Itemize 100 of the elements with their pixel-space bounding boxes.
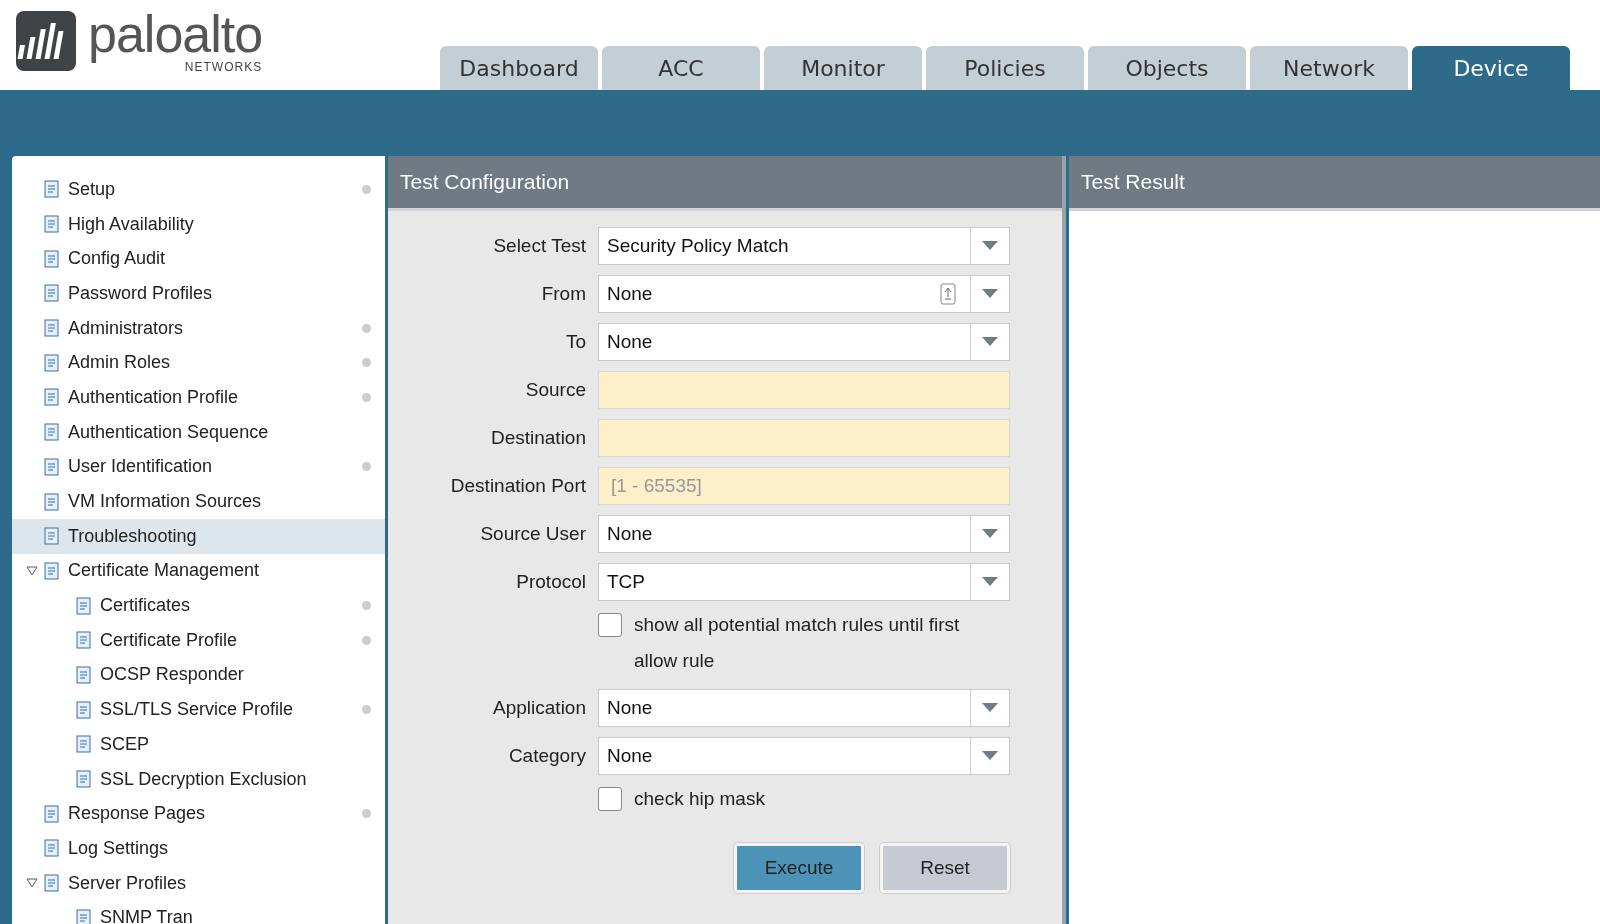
document-icon — [42, 283, 62, 304]
sidebar-item[interactable]: Server Profiles — [12, 865, 385, 901]
dropdown-arrow-icon[interactable] — [982, 751, 998, 761]
sidebar-item[interactable]: Response Pages — [12, 796, 385, 832]
sidebar-item[interactable]: Certificates — [12, 588, 385, 623]
sidebar-item[interactable]: Password Profiles — [12, 276, 385, 311]
sidebar-item[interactable]: Admin Roles — [12, 345, 385, 381]
sidebar-item-label: Log Settings — [68, 837, 170, 859]
action-button[interactable]: Execute — [734, 843, 864, 893]
document-icon — [42, 318, 62, 339]
input-field[interactable] — [598, 419, 1010, 457]
nav-tab[interactable]: Network — [1250, 46, 1408, 90]
sidebar-item[interactable]: VM Information Sources — [12, 484, 385, 519]
dropdown-field[interactable]: None — [598, 515, 1010, 553]
action-button[interactable]: Reset — [880, 843, 1010, 893]
document-icon — [42, 422, 62, 443]
sidebar-item[interactable]: Authentication Profile — [12, 380, 385, 415]
sidebar-item-label: Certificate Profile — [100, 629, 239, 651]
field-label: To — [564, 331, 586, 353]
document-icon — [42, 803, 62, 824]
expand-triangle-icon[interactable] — [24, 877, 40, 890]
input-field[interactable] — [598, 371, 1010, 409]
sidebar-item-label: OCSP Responder — [100, 664, 245, 686]
sidebar-item[interactable]: Troubleshooting — [12, 518, 385, 554]
dropdown-field[interactable]: TCP — [598, 563, 1010, 601]
sidebar-item[interactable]: Config Audit — [12, 241, 385, 277]
document-icon — [74, 734, 94, 755]
document-icon — [74, 699, 94, 720]
sidebar-item[interactable]: Administrators — [12, 310, 385, 346]
sidebar-item[interactable]: High Availability — [12, 206, 385, 242]
field-label: Select Test — [492, 235, 586, 257]
field-label: Protocol — [515, 571, 586, 593]
sidebar-item-label: VM Information Sources — [68, 491, 263, 513]
sidebar-item-label: Response Pages — [68, 803, 207, 825]
dropdown-arrow-icon[interactable] — [982, 289, 998, 299]
sidebar-item-label: SSL/TLS Service Profile — [100, 699, 295, 721]
logo-subtitle: NETWORKS — [184, 60, 263, 74]
sidebar-item-label: Server Profiles — [68, 872, 188, 894]
dropdown-field[interactable]: None — [598, 275, 1010, 313]
sidebar-item[interactable]: Log Settings — [12, 831, 385, 866]
sidebar-item-label: Administrators — [68, 317, 185, 339]
nav-tab[interactable]: Monitor — [764, 46, 922, 90]
field-label: Source — [524, 379, 586, 401]
document-icon — [42, 352, 62, 373]
sidebar-item-label: High Availability — [68, 213, 195, 235]
dropdown-field[interactable]: None — [598, 737, 1010, 775]
sidebar-item-label: Setup — [68, 178, 117, 200]
checkbox-label: show all potential match rules until first allow rule — [634, 613, 961, 673]
dropdown-field[interactable]: Security Policy Match — [598, 227, 1010, 265]
sidebar-item[interactable]: OCSP Responder — [12, 657, 385, 693]
sidebar-item[interactable]: SNMP Tran — [12, 900, 385, 924]
sidebar-item[interactable]: Setup — [12, 172, 385, 207]
dropdown-field[interactable]: None — [598, 689, 1010, 727]
input-field[interactable]: [1 - 65535] — [598, 467, 1010, 505]
sidebar-item[interactable]: User Identification — [12, 449, 385, 485]
checkbox[interactable] — [598, 613, 622, 637]
dropdown-arrow-icon[interactable] — [982, 577, 998, 587]
document-icon — [42, 838, 62, 859]
sidebar-item[interactable]: Certificate Management — [12, 553, 385, 589]
dropdown-arrow-icon[interactable] — [982, 241, 998, 251]
document-icon — [42, 248, 62, 269]
sidebar-item-label: Certificate Management — [68, 560, 261, 582]
document-icon — [42, 491, 62, 512]
nav-tab[interactable]: Objects — [1088, 46, 1246, 90]
document-icon — [42, 873, 62, 894]
document-icon — [74, 595, 94, 616]
nav-tab[interactable]: Device — [1412, 46, 1570, 90]
sidebar-item-label: Troubleshooting — [68, 525, 198, 547]
dropdown-arrow-icon[interactable] — [982, 337, 998, 347]
expand-triangle-icon[interactable] — [24, 564, 40, 577]
document-icon — [42, 179, 62, 200]
dropdown-arrow-icon[interactable] — [982, 529, 998, 539]
sidebar-item[interactable]: SCEP — [12, 727, 385, 762]
panel-title: Test Configuration — [388, 156, 1062, 211]
field-label: Application — [492, 697, 586, 719]
nav-tab[interactable]: Dashboard — [440, 46, 598, 90]
sidebar-item[interactable]: SSL Decryption Exclusion — [12, 761, 385, 797]
checkbox[interactable] — [598, 787, 622, 811]
nav-tab[interactable]: Policies — [926, 46, 1084, 90]
sidebar-item-label: Config Audit — [68, 248, 167, 270]
nav-tab[interactable]: ACC — [602, 46, 760, 90]
document-icon — [42, 456, 62, 477]
picker-icon[interactable] — [940, 283, 956, 305]
document-icon — [74, 630, 94, 651]
sidebar-item[interactable]: Authentication Sequence — [12, 414, 385, 450]
sidebar-item-label: SCEP — [100, 733, 151, 755]
sidebar-item-label: SSL Decryption Exclusion — [100, 768, 308, 790]
field-label: Destination Port — [449, 475, 586, 497]
document-icon — [74, 769, 94, 790]
sidebar-item[interactable]: Certificate Profile — [12, 622, 385, 658]
dropdown-field[interactable]: None — [598, 323, 1010, 361]
sidebar-item-label: User Identification — [68, 456, 214, 478]
sidebar-item-label: Certificates — [100, 595, 192, 617]
document-icon — [42, 387, 62, 408]
panel-title: Test Result — [1069, 156, 1600, 211]
sidebar-item[interactable]: SSL/TLS Service Profile — [12, 692, 385, 727]
document-icon — [74, 907, 94, 924]
field-label: From — [540, 283, 586, 305]
dropdown-arrow-icon[interactable] — [982, 703, 998, 713]
field-label: Category — [507, 745, 586, 767]
